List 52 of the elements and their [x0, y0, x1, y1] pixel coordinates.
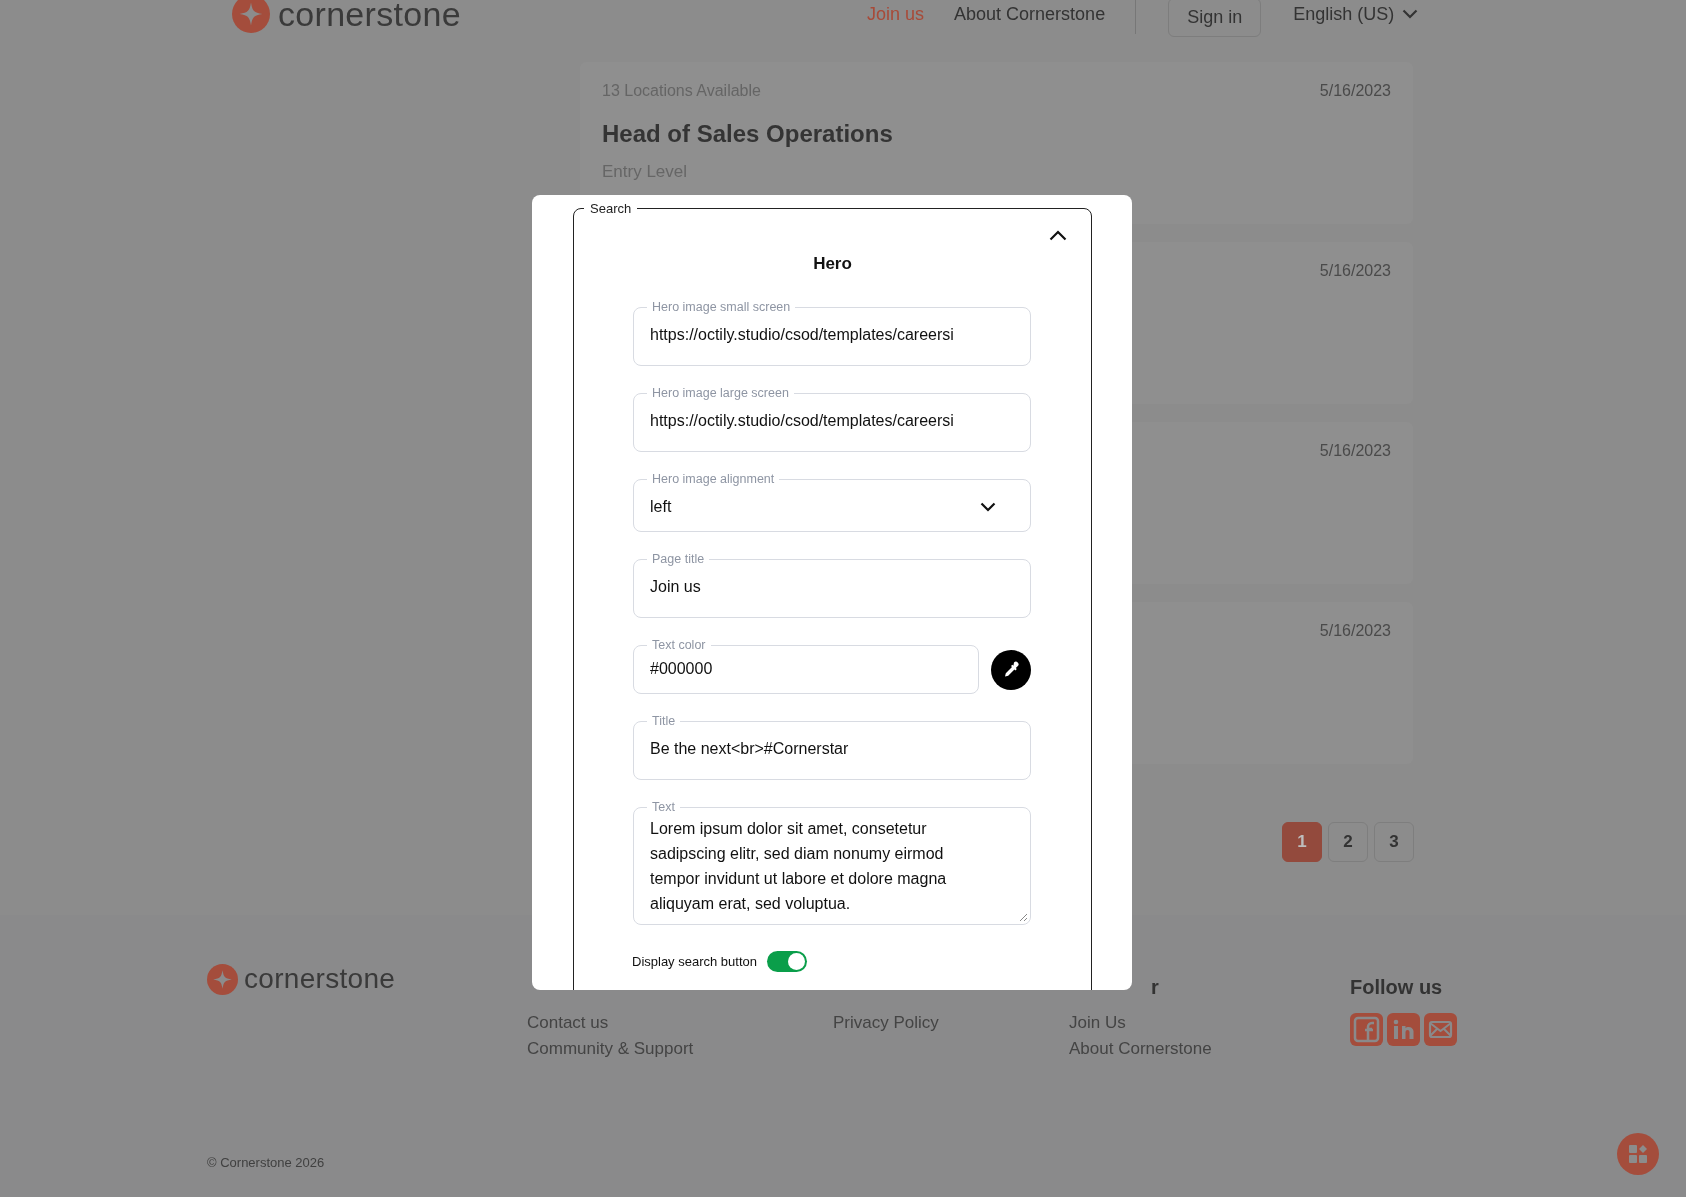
field-label: Hero image small screen	[651, 300, 792, 314]
field-label: Text color	[651, 638, 707, 652]
toggle-switch[interactable]	[767, 951, 807, 972]
field-value: #000000	[650, 659, 713, 679]
dropdown-field[interactable]: Hero image alignment left	[633, 472, 1031, 532]
field-label: Page title	[651, 552, 706, 566]
field-value: https://octily.studio/csod/templates/careersi	[650, 325, 954, 345]
copyright-text: © Cornerstone 2026	[207, 1155, 325, 1170]
toggle-label: Display search button	[632, 954, 757, 969]
field-value: Lorem ipsum dolor sit amet, consetetur sadipscing elitr, sed diam nonumy eirmod tempor invidunt ut labore et dolore magna aliquyam erat, sed voluptua.	[650, 819, 948, 914]
text-field[interactable]: Hero image large screen https://octily.studio/csod/templates/careersi	[633, 386, 1031, 452]
text-field[interactable]: Hero image small screen https://octily.studio/csod/templates/careersi	[633, 300, 1031, 366]
field-label: Hero image large screen	[651, 386, 790, 400]
logo-icon	[207, 963, 238, 995]
field-value: left	[650, 497, 672, 517]
text-area[interactable]: Text Lorem ipsum dolor sit amet, consetetur sadipscing elitr, sed diam nonumy eirmod tempor invidunt ut labore et dolore magna aliquyam erat, sed voluptua.	[633, 800, 1031, 925]
page-button[interactable]: 3	[1374, 822, 1414, 862]
group-label: Search	[589, 201, 633, 216]
footer-link[interactable]: Privacy Policy	[833, 1013, 1069, 1033]
field-label: Title	[651, 714, 677, 728]
page-button[interactable]: 1	[1282, 822, 1322, 862]
posted-date: 5/16/2023	[1319, 442, 1391, 460]
field-value: Join us	[650, 577, 701, 597]
chevron-down-icon	[980, 501, 996, 512]
footer-link[interactable]: Join Us	[1069, 1013, 1350, 1033]
footer-link[interactable]: About Cornerstone	[1069, 1039, 1350, 1059]
column-heading: Follow us	[1350, 976, 1443, 998]
posted-date: 5/16/2023	[1319, 262, 1391, 280]
footer-link[interactable]: Community & Support	[527, 1039, 833, 1059]
text-field[interactable]: Page title Join us	[633, 552, 1031, 618]
page-button[interactable]: 2	[1328, 822, 1368, 862]
chevron-down-icon[interactable]	[1402, 9, 1419, 19]
resize-handle-icon[interactable]	[1019, 913, 1028, 922]
grid-icon	[1628, 1144, 1648, 1164]
field-value: https://octily.studio/csod/templates/careersi	[650, 411, 954, 431]
field-label: Hero image alignment	[651, 472, 776, 486]
eyedropper-button[interactable]	[991, 650, 1031, 690]
logo-wordmark[interactable]: cornerstone	[278, 0, 461, 34]
text-field[interactable]: Title Be the next<br>#Cornerstar	[633, 714, 1031, 780]
nav-link[interactable]: About Cornerstone	[954, 3, 1106, 25]
posted-date: 5/16/2023	[1319, 622, 1391, 640]
color-field[interactable]: Text color #000000	[633, 638, 979, 694]
section-title: Hero	[812, 254, 853, 274]
posted-date: 5/16/2023	[1319, 82, 1391, 100]
field-label: Text	[651, 800, 676, 814]
job-title: Head of Sales Operations	[602, 120, 894, 148]
column-heading: r	[1151, 976, 1159, 998]
field-value: Be the next<br>#Cornerstar	[650, 739, 849, 759]
language-selector[interactable]: English (US)	[1293, 3, 1395, 25]
logo-wordmark[interactable]: cornerstone	[244, 963, 396, 995]
chevron-up-icon	[1049, 230, 1067, 241]
footer-link[interactable]: Contact us	[527, 1013, 833, 1033]
